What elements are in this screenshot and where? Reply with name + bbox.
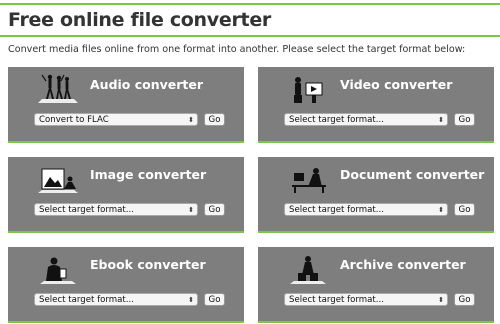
- select-caret-icon: ⬍: [438, 206, 444, 214]
- select-value: Select target format...: [289, 205, 384, 215]
- card-heading: Image converter: [90, 167, 207, 182]
- card-heading: Ebook converter: [90, 257, 206, 272]
- image-go-button[interactable]: Go: [204, 203, 225, 216]
- intro-text: Convert media files online from one form…: [8, 44, 466, 55]
- select-caret-icon: ⬍: [188, 296, 194, 304]
- ebook-silhouette-icon: [40, 257, 76, 284]
- audio-go-button[interactable]: Go: [204, 113, 225, 126]
- select-value: Convert to FLAC: [39, 115, 109, 125]
- select-value: Select target format...: [39, 295, 134, 305]
- card-heading: Audio converter: [90, 77, 204, 92]
- title-underline: [0, 35, 500, 37]
- select-value: Select target format...: [289, 115, 384, 125]
- select-caret-icon: ⬍: [438, 296, 444, 304]
- document-format-select[interactable]: Select target format... ⬍: [284, 203, 448, 216]
- audio-converter-card: Audio converter Convert to FLAC ⬍ Go: [8, 67, 244, 143]
- image-silhouette-icon: [38, 168, 78, 193]
- audio-format-select[interactable]: Convert to FLAC ⬍: [34, 113, 198, 126]
- ebook-format-select[interactable]: Select target format... ⬍: [34, 293, 198, 306]
- document-go-button[interactable]: Go: [454, 203, 475, 216]
- card-heading: Video converter: [340, 77, 453, 92]
- video-converter-card: Video converter Select target format... …: [258, 67, 494, 143]
- archive-silhouette-icon: [290, 256, 326, 284]
- ebook-converter-card: Ebook converter Select target format... …: [8, 247, 244, 323]
- document-silhouette-icon: [292, 168, 326, 193]
- archive-go-button[interactable]: Go: [454, 293, 475, 306]
- archive-format-select[interactable]: Select target format... ⬍: [284, 293, 448, 306]
- document-converter-card: Document converter Select target format.…: [258, 157, 494, 233]
- video-format-select[interactable]: Select target format... ⬍: [284, 113, 448, 126]
- select-caret-icon: ⬍: [438, 116, 444, 124]
- audio-silhouette-icon: [38, 74, 78, 103]
- card-heading: Document converter: [340, 167, 485, 182]
- archive-converter-card: Archive converter Select target format..…: [258, 247, 494, 323]
- select-caret-icon: ⬍: [188, 206, 194, 214]
- select-caret-icon: ⬍: [188, 116, 194, 124]
- video-silhouette-icon: [294, 77, 323, 103]
- select-value: Select target format...: [289, 295, 384, 305]
- video-go-button[interactable]: Go: [454, 113, 475, 126]
- page-title: Free online file converter: [8, 9, 271, 31]
- ebook-go-button[interactable]: Go: [204, 293, 225, 306]
- select-value: Select target format...: [39, 205, 134, 215]
- card-heading: Archive converter: [340, 257, 466, 272]
- image-converter-card: Image converter Select target format... …: [8, 157, 244, 233]
- image-format-select[interactable]: Select target format... ⬍: [34, 203, 198, 216]
- top-accent-line: [0, 3, 500, 5]
